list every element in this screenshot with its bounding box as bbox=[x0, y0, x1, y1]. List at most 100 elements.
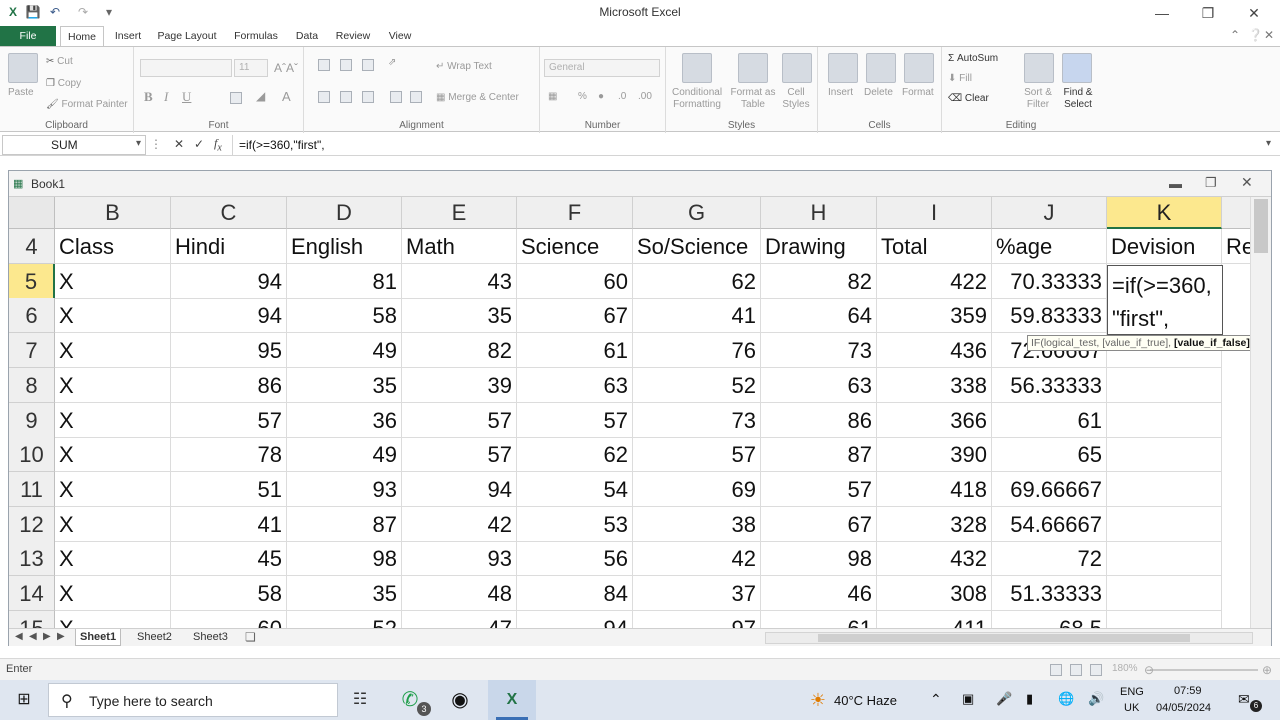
find-select-button[interactable]: Find & Select bbox=[1058, 87, 1098, 111]
table-cell[interactable]: 58 bbox=[171, 576, 287, 611]
table-cell[interactable]: 45 bbox=[171, 541, 287, 576]
autosum-button[interactable]: AutoSum bbox=[957, 53, 998, 64]
table-cell[interactable]: 57 bbox=[402, 403, 517, 438]
table-cell[interactable]: X bbox=[55, 611, 171, 628]
table-cell[interactable]: 62 bbox=[517, 437, 633, 472]
table-cell[interactable]: 94 bbox=[402, 472, 517, 507]
table-cell[interactable]: 70.33333 bbox=[992, 264, 1107, 299]
font-name-combo[interactable] bbox=[140, 59, 232, 77]
column-header-c[interactable]: C bbox=[171, 197, 287, 229]
fill-color-icon[interactable]: ◢ bbox=[256, 89, 265, 103]
table-cell[interactable]: 56 bbox=[517, 541, 633, 576]
table-cell[interactable]: 39 bbox=[402, 368, 517, 403]
tab-data[interactable]: Data bbox=[292, 26, 322, 46]
microphone-icon[interactable]: 🎤 bbox=[996, 691, 1012, 707]
table-cell[interactable]: 42 bbox=[633, 541, 761, 576]
table-cell[interactable]: 48 bbox=[402, 576, 517, 611]
table-cell[interactable]: 78 bbox=[171, 437, 287, 472]
tab-home[interactable]: Home bbox=[60, 26, 104, 46]
zoom-out-icon[interactable]: ⊖ bbox=[1144, 663, 1154, 677]
format-cells-icon[interactable] bbox=[904, 53, 934, 83]
table-cell[interactable]: 366 bbox=[877, 403, 992, 438]
table-cell[interactable]: 93 bbox=[402, 541, 517, 576]
column-header-k[interactable]: K bbox=[1107, 197, 1222, 229]
table-cell[interactable]: 58 bbox=[287, 298, 402, 333]
format-as-table-icon[interactable] bbox=[738, 53, 768, 83]
italic-icon[interactable]: I bbox=[164, 89, 168, 105]
language-top[interactable]: ENG bbox=[1120, 686, 1144, 698]
sheet-tab-sheet1[interactable]: Sheet1 bbox=[75, 629, 122, 646]
workbook-restore-icon[interactable]: ❐ bbox=[1205, 175, 1217, 191]
volume-icon[interactable]: 🔊 bbox=[1088, 691, 1104, 707]
delete-cells-button[interactable]: Delete bbox=[864, 87, 893, 98]
table-cell[interactable]: 95 bbox=[171, 333, 287, 368]
taskbar-search-box[interactable]: ⚲ Type here to search bbox=[48, 683, 338, 717]
row-header-8[interactable]: 8 bbox=[9, 368, 55, 403]
table-cell[interactable]: 38 bbox=[633, 507, 761, 542]
cut-button[interactable]: Cut bbox=[57, 56, 73, 67]
table-cell[interactable] bbox=[1107, 611, 1222, 628]
tab-formulas[interactable]: Formulas bbox=[228, 26, 284, 46]
close-workbook-icon[interactable]: ✕ bbox=[1264, 28, 1274, 42]
table-cell[interactable]: 62 bbox=[633, 264, 761, 299]
table-cell[interactable]: 94 bbox=[517, 611, 633, 628]
clock-time[interactable]: 07:59 bbox=[1174, 685, 1202, 697]
table-cell[interactable]: 53 bbox=[517, 507, 633, 542]
table-cell[interactable]: 98 bbox=[761, 541, 877, 576]
column-header-e[interactable]: E bbox=[402, 197, 517, 229]
header-cell[interactable]: Class bbox=[55, 229, 171, 264]
column-header-d[interactable]: D bbox=[287, 197, 402, 229]
table-cell[interactable]: 41 bbox=[171, 507, 287, 542]
restore-button[interactable]: ❐ bbox=[1186, 2, 1230, 24]
notifications-icon[interactable]: ✉ bbox=[1238, 691, 1250, 708]
table-cell[interactable]: 87 bbox=[287, 507, 402, 542]
align-left-icon[interactable] bbox=[318, 91, 330, 103]
new-sheet-icon[interactable]: ❏ bbox=[245, 630, 256, 644]
font-color-icon[interactable]: A bbox=[282, 89, 291, 104]
header-cell[interactable]: Drawing bbox=[761, 229, 877, 264]
table-cell[interactable]: 49 bbox=[287, 333, 402, 368]
table-cell[interactable]: 67 bbox=[517, 298, 633, 333]
zoom-in-icon[interactable]: ⊕ bbox=[1262, 663, 1272, 677]
row-header-10[interactable]: 10 bbox=[9, 437, 55, 472]
zoom-slider[interactable] bbox=[1150, 669, 1258, 671]
increase-indent-icon[interactable] bbox=[410, 91, 422, 103]
table-cell[interactable]: 72 bbox=[992, 541, 1107, 576]
cancel-entry-icon[interactable]: ✕ bbox=[174, 137, 184, 151]
language-bottom[interactable]: UK bbox=[1124, 702, 1139, 714]
workbook-minimize-icon[interactable]: ▬ bbox=[1169, 176, 1182, 191]
format-as-table-button[interactable]: Format as Table bbox=[728, 87, 778, 111]
table-cell[interactable] bbox=[1107, 437, 1222, 472]
windows-start-icon[interactable]: ⊞ bbox=[10, 686, 38, 714]
paste-icon[interactable] bbox=[8, 53, 38, 83]
obs-icon[interactable]: ◉ bbox=[446, 686, 474, 714]
table-cell[interactable]: 76 bbox=[633, 333, 761, 368]
table-cell[interactable]: 97 bbox=[633, 611, 761, 628]
table-cell[interactable]: 84 bbox=[517, 576, 633, 611]
bold-icon[interactable]: B bbox=[144, 89, 153, 105]
grow-font-icon[interactable]: AˆAˇ bbox=[274, 61, 298, 75]
row-header-4[interactable]: 4 bbox=[9, 229, 55, 264]
table-cell[interactable]: 51.33333 bbox=[992, 576, 1107, 611]
header-cell[interactable]: Total bbox=[877, 229, 992, 264]
orientation-icon[interactable]: ⇗ bbox=[388, 57, 396, 68]
table-cell[interactable]: 43 bbox=[402, 264, 517, 299]
table-cell[interactable]: 52 bbox=[287, 611, 402, 628]
sheet-tab-sheet2[interactable]: Sheet2 bbox=[133, 629, 176, 646]
table-cell[interactable]: 57 bbox=[517, 403, 633, 438]
name-box[interactable]: SUM bbox=[2, 135, 146, 155]
row-header-9[interactable]: 9 bbox=[9, 403, 55, 438]
table-cell[interactable]: 418 bbox=[877, 472, 992, 507]
vertical-scrollbar[interactable] bbox=[1250, 197, 1271, 628]
format-painter-button[interactable]: Format Painter bbox=[61, 99, 127, 110]
header-cell[interactable]: So/Science bbox=[633, 229, 761, 264]
table-cell[interactable]: 64 bbox=[761, 298, 877, 333]
table-cell[interactable]: 359 bbox=[877, 298, 992, 333]
page-layout-view-icon[interactable] bbox=[1070, 664, 1082, 676]
battery-icon[interactable]: ▮ bbox=[1026, 691, 1033, 707]
number-format-combo[interactable]: General bbox=[544, 59, 660, 77]
help-icon[interactable]: ❔ bbox=[1248, 28, 1263, 42]
column-header-partial[interactable] bbox=[1222, 197, 1251, 229]
sort-filter-button[interactable]: Sort & Filter bbox=[1018, 87, 1058, 111]
horizontal-scroll-thumb[interactable] bbox=[818, 634, 1190, 642]
